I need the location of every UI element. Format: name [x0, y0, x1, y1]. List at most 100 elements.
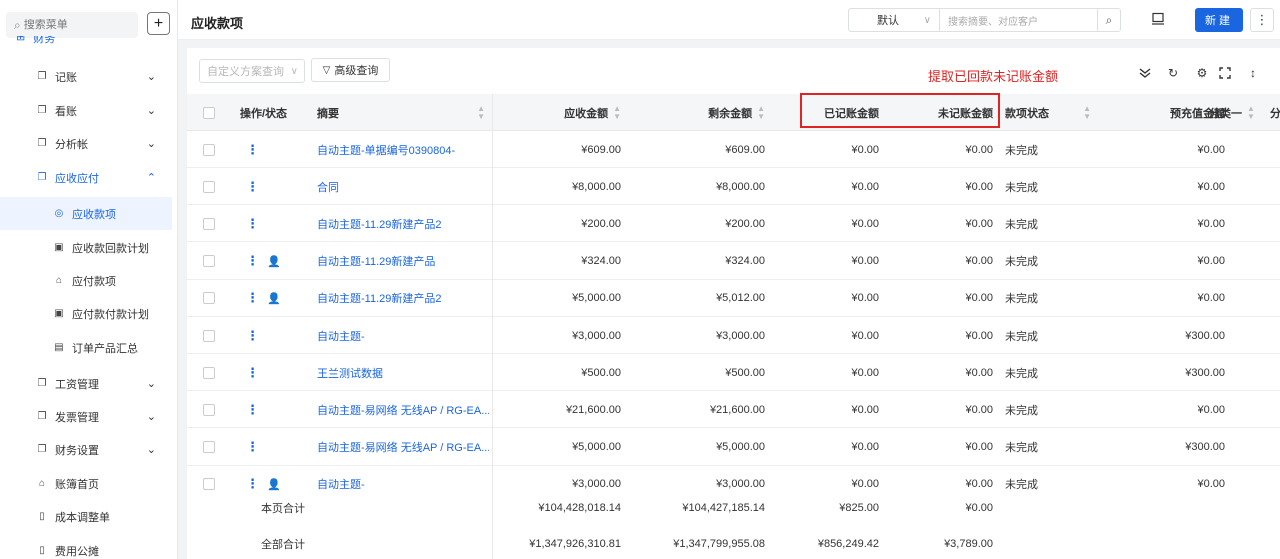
- sidebar-item-label: 应收款回款计划: [72, 242, 149, 255]
- table-row[interactable]: ⋮ 自动主题- ¥3,000.00 ¥3,000.00 ¥0.00 ¥0.00 未完成 ¥30…: [187, 317, 1280, 354]
- row-summary-link[interactable]: 王兰测试数据: [317, 354, 489, 391]
- table-row[interactable]: ⋮ 自动主题-易网络 无线AP / RG-EA... ¥5,000.00 ¥5,000…: [187, 429, 1280, 466]
- more-actions-icon[interactable]: ⋮: [246, 476, 259, 492]
- more-icon[interactable]: ⋮: [1250, 8, 1274, 32]
- filter-icon: ▽: [322, 64, 331, 76]
- col-category1[interactable]: 分类一 ▲ ▼: [1209, 94, 1267, 131]
- row-summary-link[interactable]: 自动主题-易网络 无线AP / RG-EA...: [317, 429, 489, 466]
- row-actions[interactable]: ⋮: [246, 429, 306, 466]
- cell-unbooked: ¥0.00: [965, 441, 993, 454]
- more-actions-icon[interactable]: ⋮: [246, 179, 259, 195]
- sidebar-item[interactable]: ❐ 记账 ⌄: [0, 60, 172, 93]
- row-actions[interactable]: ⋮ 👤: [246, 280, 306, 317]
- row-height-icon[interactable]: ↕: [1245, 65, 1261, 81]
- row-summary-link[interactable]: 自动主题-单据编号0390804-: [317, 131, 489, 168]
- sidebar-item[interactable]: ▣ 应付款付款计划: [0, 297, 172, 330]
- table-row[interactable]: ⋮ 自动主题-11.29新建产品2 ¥200.00 ¥200.00 ¥0.00 ¥0.00…: [187, 205, 1280, 243]
- cell-status: 未完成: [1005, 293, 1038, 306]
- row-actions[interactable]: ⋮: [246, 391, 306, 428]
- sort-icon[interactable]: ▲ ▼: [1247, 104, 1255, 121]
- print-icon[interactable]: [1150, 10, 1166, 28]
- col-prepaid[interactable]: 预充值金额: [1097, 94, 1225, 131]
- sort-icon[interactable]: ▲ ▼: [613, 104, 621, 121]
- row-checkbox[interactable]: [203, 168, 219, 205]
- row-summary-link[interactable]: 自动主题-11.29新建产品2: [317, 280, 489, 317]
- settings-icon[interactable]: ⚙: [1194, 65, 1210, 81]
- menu-search-input[interactable]: [23, 19, 124, 31]
- more-actions-icon[interactable]: ⋮: [246, 439, 259, 455]
- table-row[interactable]: ⋮ 合同 ¥8,000.00 ¥8,000.00 ¥0.00 ¥0.00 未完成 ¥0.00: [187, 168, 1280, 206]
- col-remaining[interactable]: 剩余金额 ▲ ▼: [632, 94, 765, 131]
- more-actions-icon[interactable]: ⋮: [246, 402, 259, 418]
- sort-icon[interactable]: ▲ ▼: [1083, 104, 1091, 121]
- more-actions-icon[interactable]: ⋮: [246, 216, 259, 232]
- sidebar-item[interactable]: ⌂ 账簿首页: [0, 467, 172, 500]
- new-button[interactable]: 新建: [1195, 8, 1243, 32]
- collapse-icon[interactable]: [1137, 65, 1153, 81]
- menu-group-finance[interactable]: ⊞ 财务 ⌃: [0, 36, 177, 50]
- row-checkbox[interactable]: [203, 354, 219, 391]
- sidebar-item-label: 发票管理: [55, 411, 99, 424]
- table-row[interactable]: ⋮ 自动主题-单据编号0390804- ¥609.00 ¥609.00 ¥0.00 ¥0.…: [187, 131, 1280, 168]
- col-status[interactable]: 款项状态 ▲ ▼: [1005, 94, 1091, 131]
- row-checkbox[interactable]: [203, 429, 219, 466]
- row-checkbox[interactable]: [203, 131, 219, 168]
- sort-icon[interactable]: ▲ ▼: [757, 104, 765, 121]
- sidebar-item[interactable]: ❐ 分析帐 ⌄: [0, 127, 172, 160]
- view-select[interactable]: 默认 ∨: [848, 8, 940, 32]
- advanced-query-button[interactable]: ▽ 高级查询: [311, 58, 390, 82]
- more-actions-icon[interactable]: ⋮: [246, 253, 259, 269]
- row-summary-link[interactable]: 合同: [317, 168, 489, 205]
- row-checkbox[interactable]: [203, 205, 219, 242]
- table-row[interactable]: ⋮ 自动主题-易网络 无线AP / RG-EA... ¥21,600.00 ¥21,6…: [187, 391, 1280, 429]
- col-category2[interactable]: 分: [1270, 94, 1280, 131]
- row-checkbox[interactable]: [203, 317, 219, 354]
- more-actions-icon[interactable]: ⋮: [246, 142, 259, 158]
- table-row[interactable]: ⋮ 👤 自动主题-11.29新建产品 ¥324.00 ¥324.00 ¥0.00 ¥0.00…: [187, 243, 1280, 280]
- row-actions[interactable]: ⋮: [246, 317, 306, 354]
- sidebar-item[interactable]: ◎ 应收款项: [0, 197, 172, 230]
- sidebar-item[interactable]: ❐ 发票管理 ⌄: [0, 400, 172, 433]
- col-receivable-label: 应收金额: [564, 107, 609, 120]
- search-button[interactable]: ⌕: [1097, 8, 1121, 32]
- cell-prepaid: ¥300.00: [1185, 366, 1225, 379]
- sidebar-item[interactable]: ❐ 财务设置 ⌄: [0, 433, 172, 466]
- row-actions[interactable]: ⋮: [246, 354, 306, 391]
- more-actions-icon[interactable]: ⋮: [246, 365, 259, 381]
- row-actions[interactable]: ⋮: [246, 168, 306, 205]
- row-actions[interactable]: ⋮: [246, 205, 306, 242]
- cell-status: 未完成: [1005, 256, 1038, 269]
- add-menu-button[interactable]: +: [147, 12, 170, 35]
- sidebar-item[interactable]: ▯ 费用公摊: [0, 534, 172, 559]
- sidebar-item[interactable]: ▤ 订单产品汇总: [0, 331, 172, 364]
- row-actions[interactable]: ⋮: [246, 131, 306, 168]
- sidebar-item[interactable]: ❐ 工资管理 ⌄: [0, 367, 172, 400]
- col-summary[interactable]: 摘要 ▲ ▼: [317, 94, 489, 131]
- record-search-input[interactable]: 搜索摘要、对应客户: [940, 8, 1098, 32]
- menu-search[interactable]: ⌕: [6, 12, 138, 38]
- row-summary-link[interactable]: 自动主题-易网络 无线AP / RG-EA...: [317, 391, 489, 428]
- table-row[interactable]: ⋮ 王兰测试数据 ¥500.00 ¥500.00 ¥0.00 ¥0.00 未完成 ¥300.0…: [187, 354, 1280, 392]
- sidebar-item[interactable]: ❐ 应收应付 ⌃: [0, 161, 172, 194]
- sidebar-item[interactable]: ⌂ 应付款项: [0, 264, 172, 297]
- sort-icon[interactable]: ▲ ▼: [477, 104, 485, 121]
- row-actions[interactable]: ⋮ 👤: [246, 243, 306, 280]
- col-receivable[interactable]: 应收金额 ▲ ▼: [497, 94, 621, 131]
- scheme-query-select[interactable]: 自定义方案查询 ∨: [199, 59, 305, 83]
- select-all-checkbox[interactable]: [203, 94, 219, 131]
- table-row[interactable]: ⋮ 👤 自动主题-11.29新建产品2 ¥5,000.00 ¥5,012.00 ¥0.00…: [187, 280, 1280, 317]
- sidebar-item[interactable]: ❐ 看账 ⌄: [0, 94, 172, 127]
- more-actions-icon[interactable]: ⋮: [246, 290, 259, 306]
- sidebar-item[interactable]: ▯ 成本调整单: [0, 500, 172, 533]
- refresh-icon[interactable]: ↻: [1165, 65, 1181, 81]
- row-summary-link[interactable]: 自动主题-: [317, 317, 489, 354]
- row-checkbox[interactable]: [203, 280, 219, 317]
- more-actions-icon[interactable]: ⋮: [246, 328, 259, 344]
- row-summary-link[interactable]: 自动主题-11.29新建产品2: [317, 205, 489, 242]
- sidebar-item-label: 成本调整单: [55, 511, 110, 524]
- sidebar-item[interactable]: ▣ 应收款回款计划: [0, 231, 172, 264]
- fullscreen-icon[interactable]: [1217, 65, 1233, 81]
- row-checkbox[interactable]: [203, 243, 219, 280]
- row-checkbox[interactable]: [203, 391, 219, 428]
- row-summary-link[interactable]: 自动主题-11.29新建产品: [317, 243, 489, 280]
